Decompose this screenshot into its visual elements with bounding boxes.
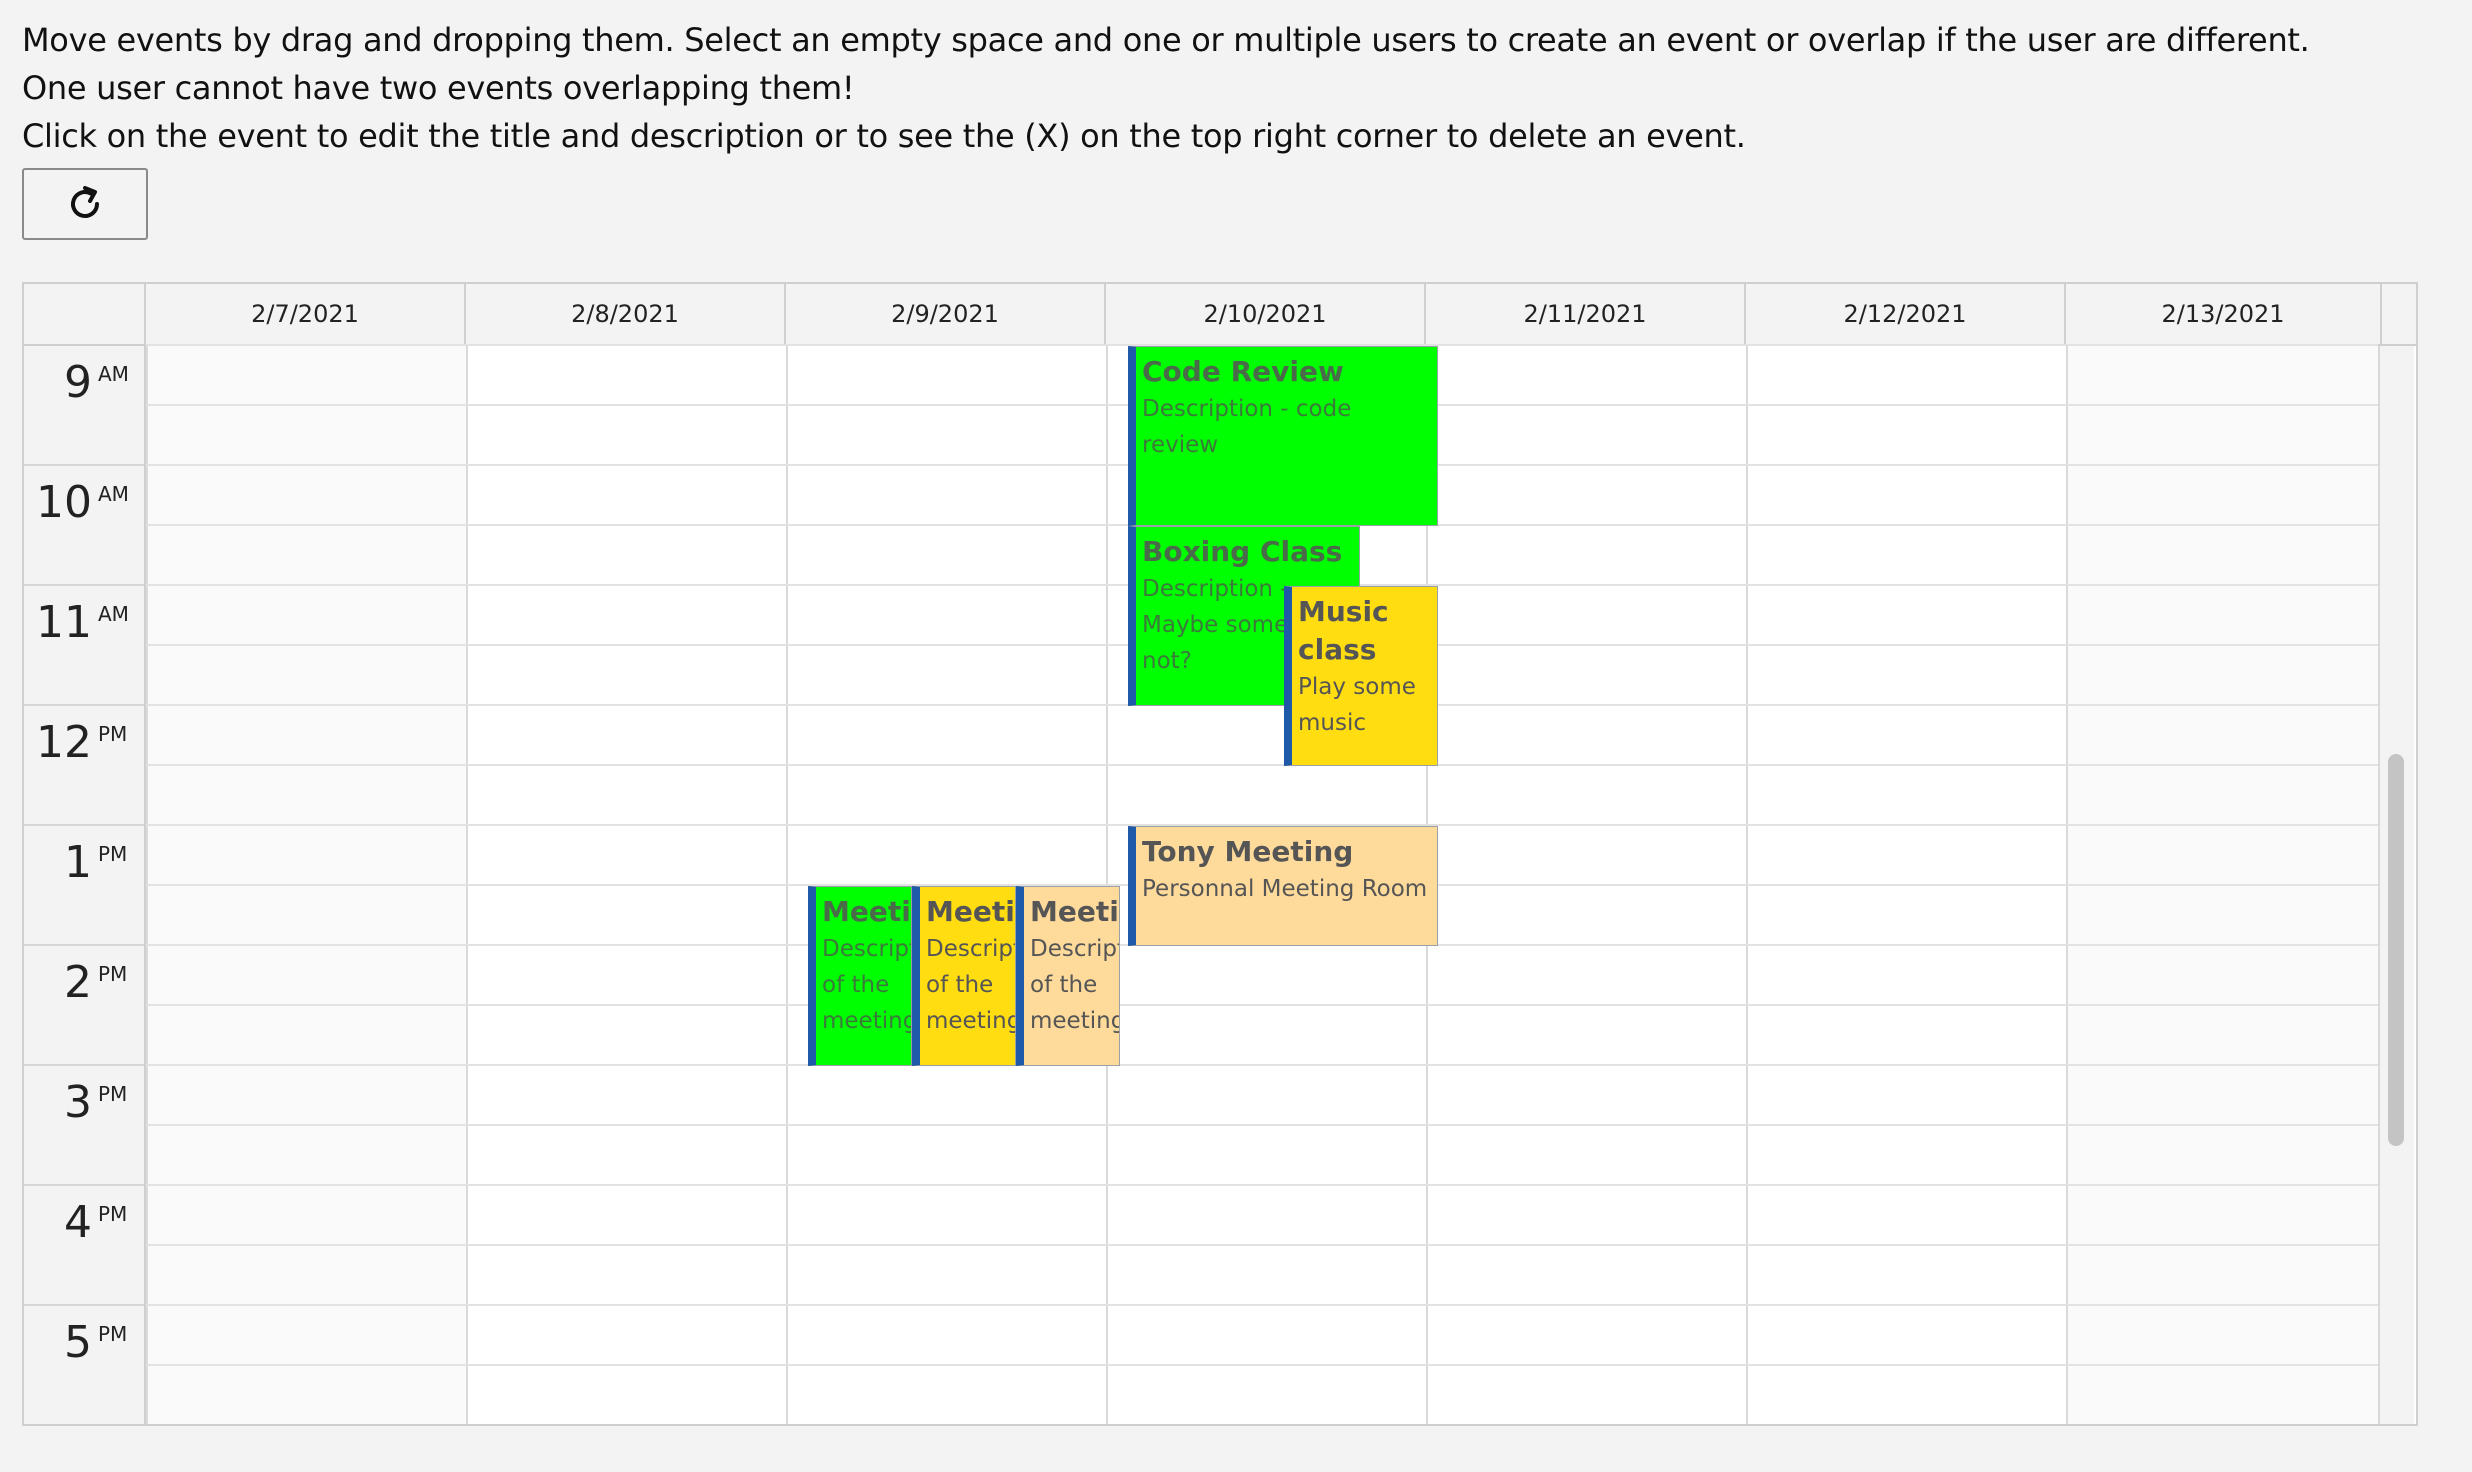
date-header[interactable]: 2/12/2021: [1744, 284, 2064, 344]
header-scroll-spacer: [2380, 284, 2416, 344]
event-description: Play some music: [1298, 674, 1416, 736]
ampm-label: AM: [98, 362, 129, 386]
day-column[interactable]: [466, 346, 786, 1424]
day-column[interactable]: [2066, 346, 2378, 1424]
calendar-event[interactable]: Tony Meeting Personnal Meeting Room: [1128, 826, 1438, 946]
ampm-label: PM: [98, 1082, 128, 1106]
time-slot-label: 12 PM: [24, 706, 144, 826]
time-gutter: 9 AM 10 AM 11 AM 12 PM 1 PM 2 PM 3 PM 4: [24, 346, 146, 1424]
calendar-event[interactable]: Code Review Description - code review: [1128, 346, 1438, 526]
hour-label: 9: [64, 357, 92, 408]
ampm-label: AM: [98, 482, 129, 506]
date-header[interactable]: 2/11/2021: [1424, 284, 1744, 344]
time-slot-label: 5 PM: [24, 1306, 144, 1424]
instruction-line-1: Move events by drag and dropping them. S…: [22, 21, 2310, 59]
calendar-header: 2/7/2021 2/8/2021 2/9/2021 2/10/2021 2/1…: [24, 284, 2416, 346]
ampm-label: PM: [98, 842, 128, 866]
time-slot-label: 11 AM: [24, 586, 144, 706]
date-header[interactable]: 2/7/2021: [144, 284, 464, 344]
time-slot-label: 10 AM: [24, 466, 144, 586]
hour-label: 12: [36, 717, 92, 768]
calendar-event[interactable]: Music class Play some music: [1284, 586, 1438, 766]
slot-divider: [146, 1244, 2378, 1246]
event-title: Boxing Class: [1142, 535, 1343, 568]
day-column[interactable]: [1746, 346, 2066, 1424]
slot-divider: [146, 764, 2378, 766]
scrollbar-thumb[interactable]: [2388, 754, 2404, 1146]
date-header[interactable]: 2/13/2021: [2064, 284, 2380, 344]
date-header[interactable]: 2/9/2021: [784, 284, 1104, 344]
date-header[interactable]: 2/8/2021: [464, 284, 784, 344]
date-header[interactable]: 2/10/2021: [1104, 284, 1424, 344]
instruction-line-3: Click on the event to edit the title and…: [22, 117, 1746, 155]
hour-label: 2: [64, 957, 92, 1008]
ampm-label: PM: [98, 722, 128, 746]
slot-divider: [146, 1004, 2378, 1006]
event-description: Description of the meeting: [1030, 936, 1120, 1034]
calendar-event[interactable]: Meeting Description of the meeting: [808, 886, 912, 1066]
time-slot-label: 3 PM: [24, 1066, 144, 1186]
event-title: Music class: [1298, 595, 1389, 666]
instructions: Move events by drag and dropping them. S…: [22, 16, 2310, 160]
ampm-label: PM: [98, 962, 128, 986]
day-column[interactable]: [146, 346, 466, 1424]
ampm-label: PM: [98, 1202, 128, 1226]
event-title: Meeting: [822, 895, 911, 928]
event-description: Description of the meeting: [926, 936, 1016, 1034]
slot-divider: [146, 1064, 2378, 1066]
time-slot-label: 2 PM: [24, 946, 144, 1066]
event-title: Meeting: [1030, 895, 1119, 928]
hour-label: 1: [64, 837, 92, 888]
refresh-icon: [71, 186, 99, 218]
event-description: Description of the meeting: [822, 936, 912, 1034]
event-description: Description - code review: [1142, 396, 1352, 458]
event-title: Code Review: [1142, 355, 1344, 388]
slot-divider: [146, 1304, 2378, 1306]
time-slot-label: 4 PM: [24, 1186, 144, 1306]
day-column[interactable]: [1426, 346, 1746, 1424]
calendar-event[interactable]: Meeting Description of the meeting: [912, 886, 1016, 1066]
hour-label: 4: [64, 1197, 92, 1248]
hour-label: 3: [64, 1077, 92, 1128]
slot-divider: [146, 1124, 2378, 1126]
time-grid[interactable]: Code Review Description - code review Bo…: [146, 344, 2378, 1424]
ampm-label: PM: [98, 1322, 128, 1346]
week-calendar: 2/7/2021 2/8/2021 2/9/2021 2/10/2021 2/1…: [22, 282, 2418, 1426]
hour-label: 5: [64, 1317, 92, 1368]
event-title: Tony Meeting: [1142, 835, 1354, 868]
slot-divider: [146, 1364, 2378, 1366]
time-slot-label: 1 PM: [24, 826, 144, 946]
slot-divider: [146, 1184, 2378, 1186]
time-slot-label: 9 AM: [24, 346, 144, 466]
vertical-scrollbar[interactable]: [2378, 346, 2414, 1424]
calendar-event[interactable]: Meeting Description of the meeting: [1016, 886, 1120, 1066]
refresh-button[interactable]: [22, 168, 148, 240]
event-description: Personnal Meeting Room: [1142, 876, 1428, 902]
hour-label: 10: [36, 477, 92, 528]
instruction-line-2: One user cannot have two events overlapp…: [22, 69, 855, 107]
hour-label: 11: [36, 597, 92, 648]
event-title: Meeting: [926, 895, 1015, 928]
ampm-label: AM: [98, 602, 129, 626]
